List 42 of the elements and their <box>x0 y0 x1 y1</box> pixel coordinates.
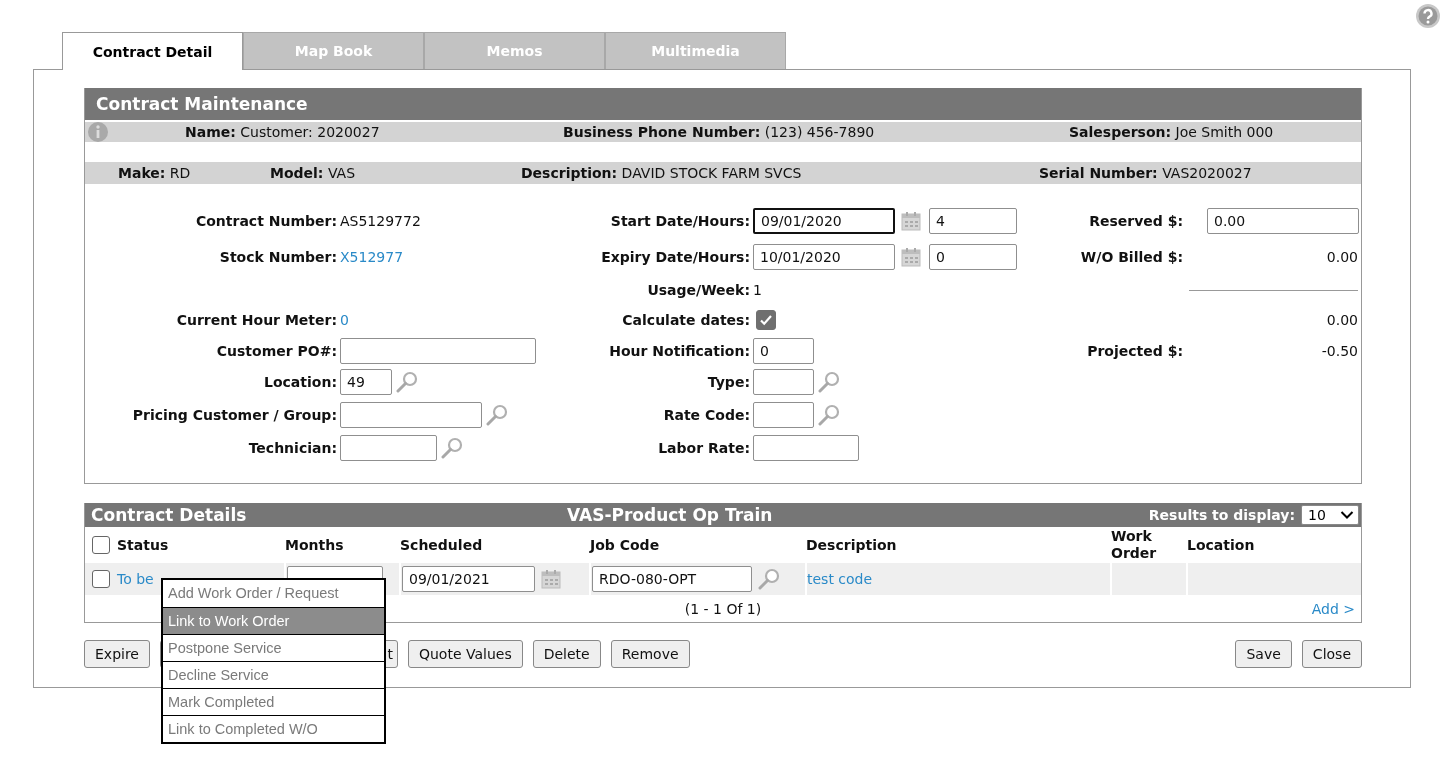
column-header: Location <box>1187 537 1255 553</box>
results-label: Results to display: <box>1148 507 1295 523</box>
field-label: Current Hour Meter: <box>176 312 337 328</box>
field-value: AS5129772 <box>340 213 421 229</box>
field-label: Calculate dates: <box>622 312 750 328</box>
field-label: Start Date/Hours: <box>610 213 750 229</box>
field-label: Reserved $: <box>1089 213 1183 229</box>
info-text: Description: DAVID STOCK FARM SVCS <box>521 165 803 181</box>
field-label: Expiry Date/Hours: <box>601 249 750 265</box>
amount: 0.00 <box>1326 312 1358 328</box>
field-label: Projected $: <box>1087 342 1183 359</box>
amount: -0.50 <box>1321 342 1358 359</box>
field-label: Usage/Week: <box>647 282 750 298</box>
info-text: Business Phone Number: (123) 456-7890 <box>563 124 876 140</box>
field-label: W/O Billed $: <box>1080 249 1183 265</box>
info-text: Make: RD <box>118 165 192 181</box>
field-label: Rate Code: <box>663 406 750 423</box>
info-text: Salesperson: Joe Smith 000 <box>1069 124 1274 140</box>
info-text: Serial Number: VAS2020027 <box>1039 165 1252 181</box>
info-text: Model: VAS <box>270 165 357 181</box>
column-header: Scheduled <box>400 537 483 553</box>
field-label: Labor Rate: <box>658 439 750 456</box>
column-header: Description <box>806 537 897 553</box>
field-label: Technician: <box>248 439 337 456</box>
pagination-text: (1 - 1 Of 1) <box>684 600 762 617</box>
column-header: Status <box>117 537 169 553</box>
panel-title: Contract Maintenance <box>85 88 1361 120</box>
section-title: Contract Details <box>91 505 247 525</box>
column-header: Months <box>285 537 344 553</box>
field-label: Contract Number: <box>195 213 337 229</box>
field-label: Customer PO#: <box>216 342 337 359</box>
info-text: Name: Customer: 2020027 <box>185 124 381 140</box>
column-header: Work Order <box>1111 528 1157 561</box>
column-header: Job Code <box>590 537 660 553</box>
amount: 0.00 <box>1326 249 1358 265</box>
field-label: Location: <box>264 374 337 390</box>
section-subtitle: VAS-Product Op Train <box>567 505 773 525</box>
field-label: Stock Number: <box>219 249 337 265</box>
field-value: 1 <box>753 282 762 298</box>
field-label: Pricing Customer / Group: <box>132 406 337 423</box>
field-label: Type: <box>707 374 750 390</box>
field-label: Hour Notification: <box>609 342 750 359</box>
